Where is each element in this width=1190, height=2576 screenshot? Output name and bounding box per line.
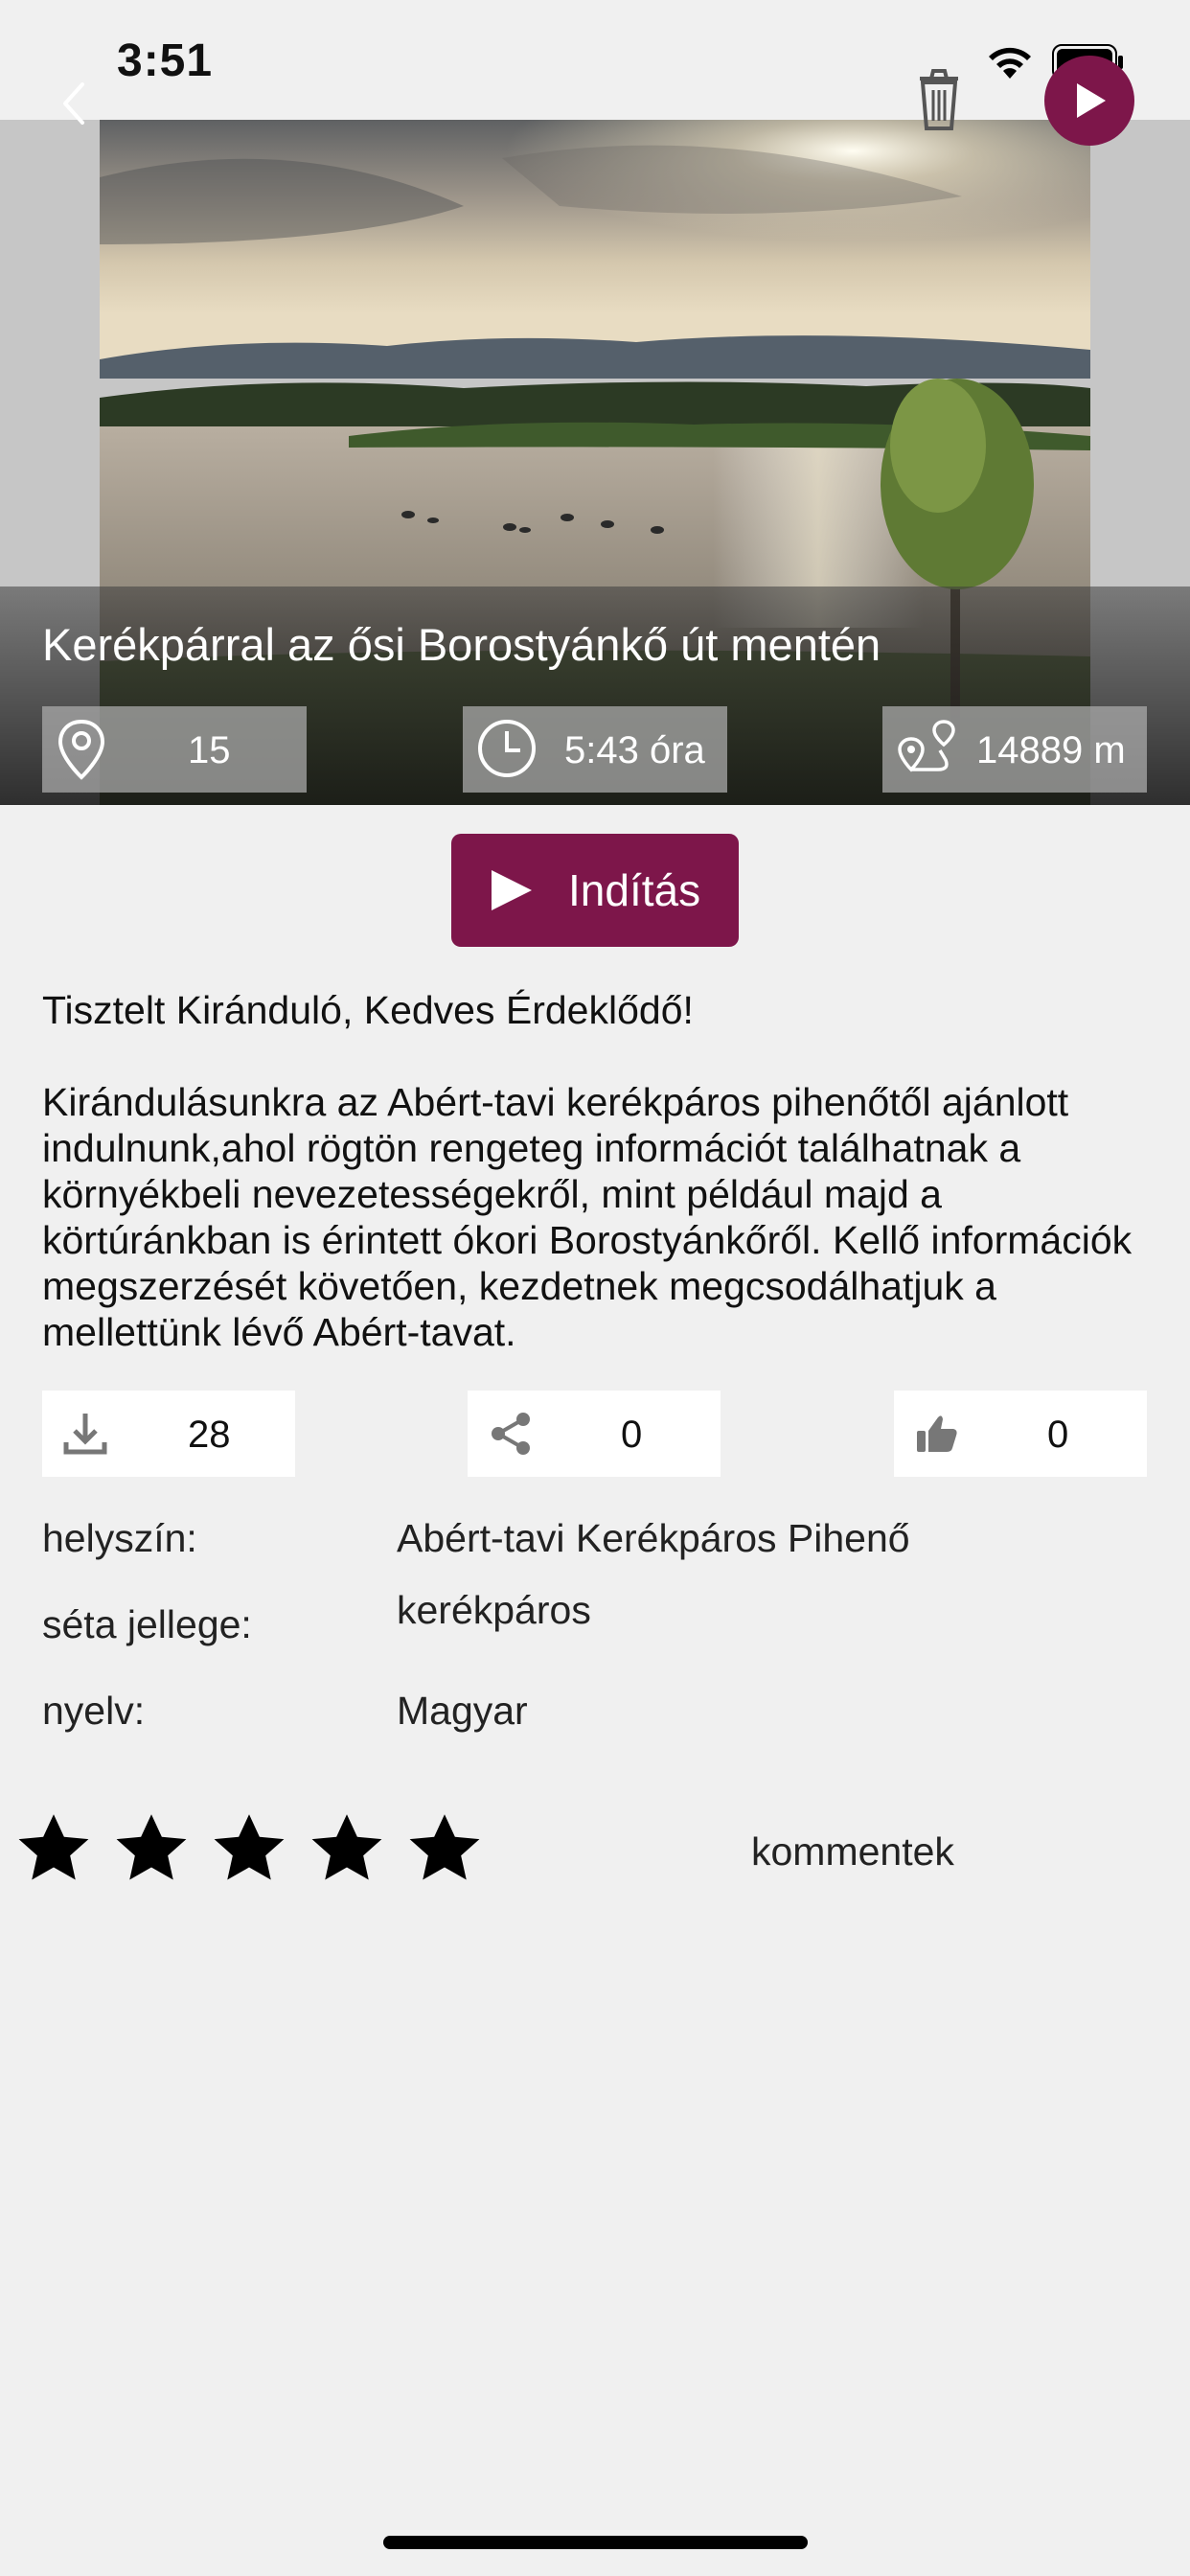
delete-button[interactable] — [912, 67, 966, 134]
like-count: 0 — [1047, 1414, 1069, 1456]
back-button[interactable] — [54, 77, 92, 130]
star-icon[interactable] — [404, 1809, 485, 1890]
stat-duration-value: 5:43 óra — [564, 729, 705, 771]
star-icon[interactable] — [111, 1809, 192, 1890]
download-icon — [61, 1410, 109, 1462]
home-indicator — [383, 2536, 808, 2549]
stat-points-value: 15 — [188, 729, 231, 771]
start-button-label: Indítás — [568, 865, 701, 915]
location-label: helyszín: — [42, 1516, 197, 1560]
share-icon — [487, 1410, 535, 1462]
walk-type-value: kerékpáros — [397, 1588, 591, 1632]
play-icon — [1077, 83, 1106, 118]
star-icon[interactable] — [307, 1809, 387, 1890]
wifi-icon — [985, 42, 1035, 85]
walk-type-label: séta jellege: — [42, 1602, 252, 1646]
chevron-left-icon — [63, 82, 84, 125]
stat-distance-value: 14889 m — [976, 729, 1126, 771]
route-description: Kirándulásunkra az Abért-tavi kerékpáros… — [42, 1080, 1133, 1354]
play-icon — [492, 870, 532, 910]
trash-icon — [920, 69, 958, 130]
play-fab-button[interactable] — [1044, 56, 1134, 146]
download-button[interactable]: 28 — [42, 1391, 295, 1477]
share-count: 0 — [621, 1414, 643, 1456]
stat-points: 15 — [42, 706, 307, 793]
language-value: Magyar — [397, 1689, 528, 1733]
location-value: Abért-tavi Kerékpáros Pihenő — [397, 1516, 910, 1560]
share-button[interactable]: 0 — [468, 1391, 721, 1477]
greeting-text: Tisztelt Kiránduló, Kedves Érdeklődő! — [42, 988, 694, 1032]
route-icon — [896, 718, 959, 787]
star-icon[interactable] — [13, 1809, 94, 1890]
map-pin-icon — [56, 718, 107, 791]
hero-banner: Kerékpárral az ősi Borostyánkő út mentén… — [0, 120, 1190, 805]
start-button[interactable]: Indítás — [451, 834, 739, 947]
comments-link[interactable]: kommentek — [751, 1829, 954, 1874]
star-icon[interactable] — [209, 1809, 289, 1890]
download-count: 28 — [188, 1414, 231, 1456]
stat-distance: 14889 m — [882, 706, 1147, 793]
stat-duration: 5:43 óra — [463, 706, 727, 793]
thumbs-up-icon — [913, 1410, 961, 1462]
clock-icon — [476, 718, 538, 789]
language-label: nyelv: — [42, 1689, 146, 1733]
rating-stars[interactable] — [13, 1809, 485, 1890]
like-button[interactable]: 0 — [894, 1391, 1147, 1477]
route-title: Kerékpárral az ősi Borostyánkő út mentén — [42, 619, 881, 670]
status-time: 3:51 — [117, 35, 214, 86]
